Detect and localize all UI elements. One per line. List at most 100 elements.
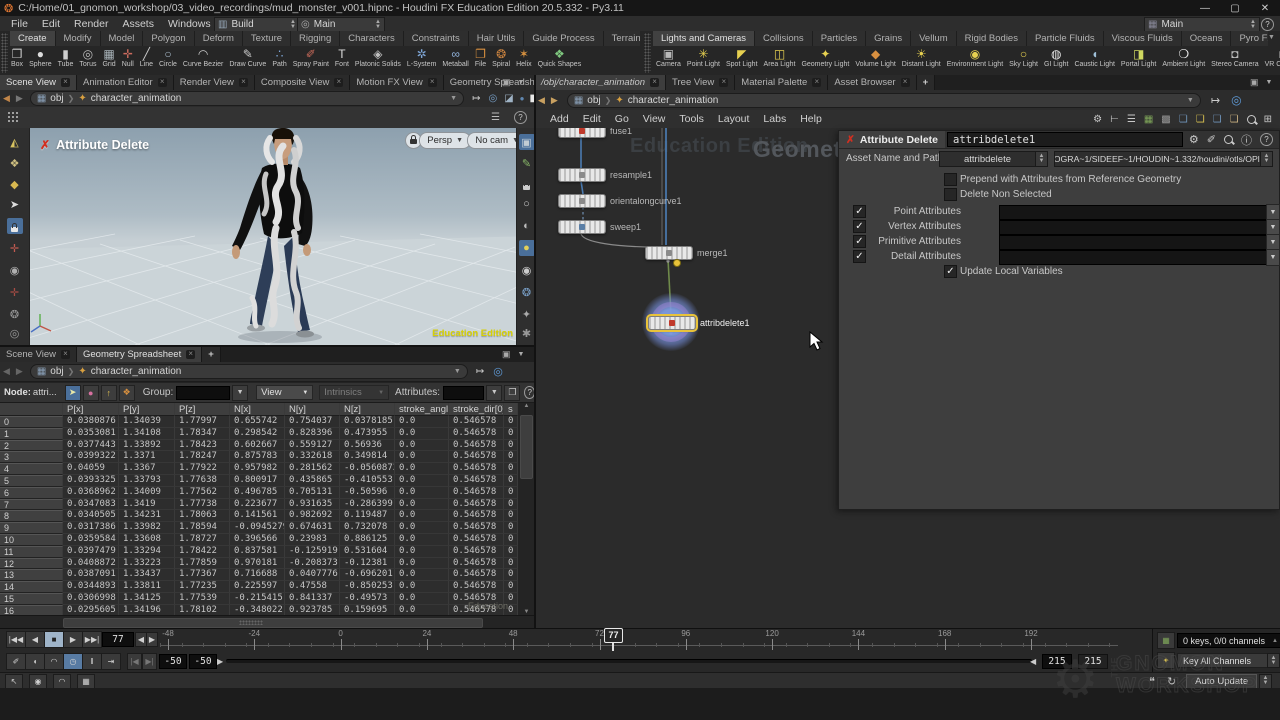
shelf-tool-gi-light[interactable]: ◍GI Light	[1041, 47, 1072, 69]
node-resample1[interactable]	[558, 168, 606, 182]
dotted-grid-icon[interactable]: ▩	[1161, 114, 1170, 125]
tools-grid-icon[interactable]	[7, 111, 20, 124]
node-fuse1[interactable]	[558, 128, 606, 138]
viewport-icon-translate-handle-icon[interactable]: ✛	[0, 240, 29, 256]
view-combo[interactable]: View▼	[256, 385, 313, 400]
close-icon[interactable]: ×	[334, 78, 343, 87]
shelf-tool-spray-paint[interactable]: ✐Spray Paint	[290, 47, 332, 69]
shelf-tool-draw-curve[interactable]: ✎Draw Curve	[226, 47, 269, 69]
attr-input-primitive-attributes[interactable]	[999, 235, 1267, 250]
minimize-button[interactable]: —	[1190, 3, 1220, 14]
shelf-grip[interactable]	[1, 33, 8, 73]
close-icon[interactable]: ×	[61, 350, 70, 359]
table-row[interactable]: 30.03993221.33711.782470.8757830.3326180…	[0, 451, 518, 463]
group-input[interactable]	[176, 386, 230, 400]
table-row[interactable]: 110.03974791.332941.784220.837581-0.1259…	[0, 546, 518, 558]
dopesheet-button[interactable]: ▦	[1157, 632, 1175, 649]
back-icon[interactable]: ◀	[3, 93, 10, 104]
grid-up-icon[interactable]: ⊞	[1264, 114, 1272, 125]
tree-view-icon[interactable]: ⊢	[1110, 114, 1119, 125]
range-end-field-2[interactable]: 215	[1078, 654, 1108, 669]
viewport-icon-display-options-icon[interactable]: ◭	[0, 134, 29, 150]
node-orientalongcurve1[interactable]	[558, 194, 606, 208]
shelf-tab-model[interactable]: Model	[101, 31, 144, 46]
points-mode-button[interactable]: ●	[83, 385, 99, 401]
main-radial-combo[interactable]: ▦ Main ▲▼	[1144, 17, 1260, 32]
close-icon[interactable]: ×	[158, 78, 167, 87]
list-icon[interactable]: ☰	[1127, 114, 1136, 125]
shelf-tool-circle[interactable]: ○Circle	[156, 47, 180, 69]
shelf-tool-box[interactable]: ❒Box	[8, 47, 26, 69]
attr-input-point-attributes[interactable]	[999, 205, 1267, 220]
shelf-tool-metaball[interactable]: ∞Metaball	[439, 47, 471, 69]
viewport-icon-secure-selection-icon[interactable]	[0, 218, 29, 235]
shelf-tab-texture[interactable]: Texture	[243, 31, 291, 46]
pane-tab-asset-browser[interactable]: Asset Browser×	[828, 75, 916, 90]
shelf-tool-font[interactable]: TFont	[332, 47, 352, 69]
column-header-stroke-angle[interactable]: stroke_angle	[395, 403, 449, 416]
range-step-fwd[interactable]: ▶|	[142, 653, 157, 670]
asset-path-spinner[interactable]: ▲▼	[1260, 151, 1273, 167]
page-blue-icon[interactable]: ❏	[1179, 114, 1188, 125]
shelf-tab-constraints[interactable]: Constraints	[404, 31, 469, 46]
attr-input-vertex-attributes[interactable]	[999, 220, 1267, 235]
shelf-tab-guide-process[interactable]: Guide Process	[524, 31, 603, 46]
menu-windows[interactable]: Windows	[161, 18, 218, 30]
group-filter-button[interactable]: ▼	[232, 385, 248, 401]
shelf-tab-modify[interactable]: Modify	[56, 31, 101, 46]
shelf-tool-grid[interactable]: ▦Grid	[99, 47, 118, 69]
table-row[interactable]: 20.03774431.338921.784230.6026670.559127…	[0, 440, 518, 452]
netmenu-labs[interactable]: Labs	[756, 113, 793, 125]
shelf-tab-collisions[interactable]: Collisions	[755, 31, 813, 46]
attributes-filter-button[interactable]: ▼	[486, 385, 502, 401]
shelf-tool-distant-light[interactable]: ☀Distant Light	[899, 47, 944, 69]
search-icon[interactable]	[1224, 135, 1233, 144]
node-pick-button[interactable]: ❖	[119, 385, 135, 401]
range-slider-right-handle[interactable]: ◀	[1030, 657, 1036, 666]
shelf-overflow-icon[interactable]: ▼	[1268, 34, 1275, 41]
follow-playhead-icon[interactable]: ⇥	[101, 653, 121, 670]
wrench-icon[interactable]: ⚙	[1093, 114, 1102, 125]
shelf-grip-right[interactable]	[644, 33, 651, 73]
intrinsics-combo[interactable]: Intrinsics▼	[319, 385, 389, 400]
checkbox-delete-non-selected[interactable]	[944, 188, 957, 201]
persp-view-selector[interactable]: Persp▼	[419, 132, 471, 149]
refresh-icon[interactable]: ↻	[1167, 675, 1176, 688]
viewport-icon-view-tool-icon[interactable]: ◎	[0, 325, 29, 341]
path-dropdown-icon[interactable]: ▼	[454, 368, 461, 375]
shelf-tool-ambient-light[interactable]: ❍Ambient Light	[1159, 47, 1208, 69]
hscroll-thumb[interactable]	[63, 618, 483, 628]
close-icon[interactable]: ×	[901, 78, 910, 87]
link-target-icon[interactable]: ◎	[1231, 93, 1241, 107]
path-root[interactable]: obj	[50, 366, 63, 377]
asset-name-spinner[interactable]: ▲▼	[1035, 151, 1048, 167]
update-mode-spinner[interactable]: ▲▼	[1259, 674, 1272, 689]
shelf-tool-point-light[interactable]: ✳Point Light	[684, 47, 723, 69]
menu-render[interactable]: Render	[67, 18, 115, 30]
help-icon[interactable]: ?	[1261, 18, 1274, 31]
viewport-help-icon[interactable]: ?	[514, 111, 527, 124]
vscroll-thumb[interactable]	[520, 415, 533, 479]
shelf-tool-path[interactable]: ∴Path	[269, 47, 289, 69]
pane-splitter-horizontal[interactable]	[0, 345, 535, 347]
column-header-p-y[interactable]: P[y]	[119, 403, 175, 416]
shelf-tab-viscous-fluids[interactable]: Viscous Fluids	[1104, 31, 1182, 46]
pointer-mode-button[interactable]: ➤	[65, 385, 81, 401]
follow-selection-button[interactable]: ↑	[101, 385, 117, 401]
step-forward-button[interactable]: ▶	[146, 632, 158, 647]
color-grid-icon[interactable]: ▦	[1144, 114, 1153, 125]
shelf-tab-rigid-bodies[interactable]: Rigid Bodies	[957, 31, 1027, 46]
new-tab-button[interactable]: +	[917, 75, 936, 90]
close-icon[interactable]: ×	[239, 78, 248, 87]
copy-button[interactable]: ❐	[504, 385, 520, 401]
shelf-tool-quick-shapes[interactable]: ❖Quick Shapes	[535, 47, 585, 69]
shelf-tab-lights-and-cameras[interactable]: Lights and Cameras	[653, 31, 755, 46]
shelf-tool-volume-light[interactable]: ◆Volume Light	[852, 47, 898, 69]
menu-edit[interactable]: Edit	[35, 18, 67, 30]
table-row[interactable]: 70.03470831.34191.777380.2236770.931635-…	[0, 499, 518, 511]
table-row[interactable]: 160.02956051.341961.78102-0.3480220.9237…	[0, 605, 518, 615]
range-start-field[interactable]: -50	[159, 654, 187, 669]
scene-viewport[interactable]: ✗ Attribute Delete Persp▼ No cam▼ Educat…	[0, 128, 535, 345]
viewport-icon-select-arrow-icon[interactable]: ➤	[0, 196, 29, 212]
path-node[interactable]: character_animation	[628, 95, 719, 106]
